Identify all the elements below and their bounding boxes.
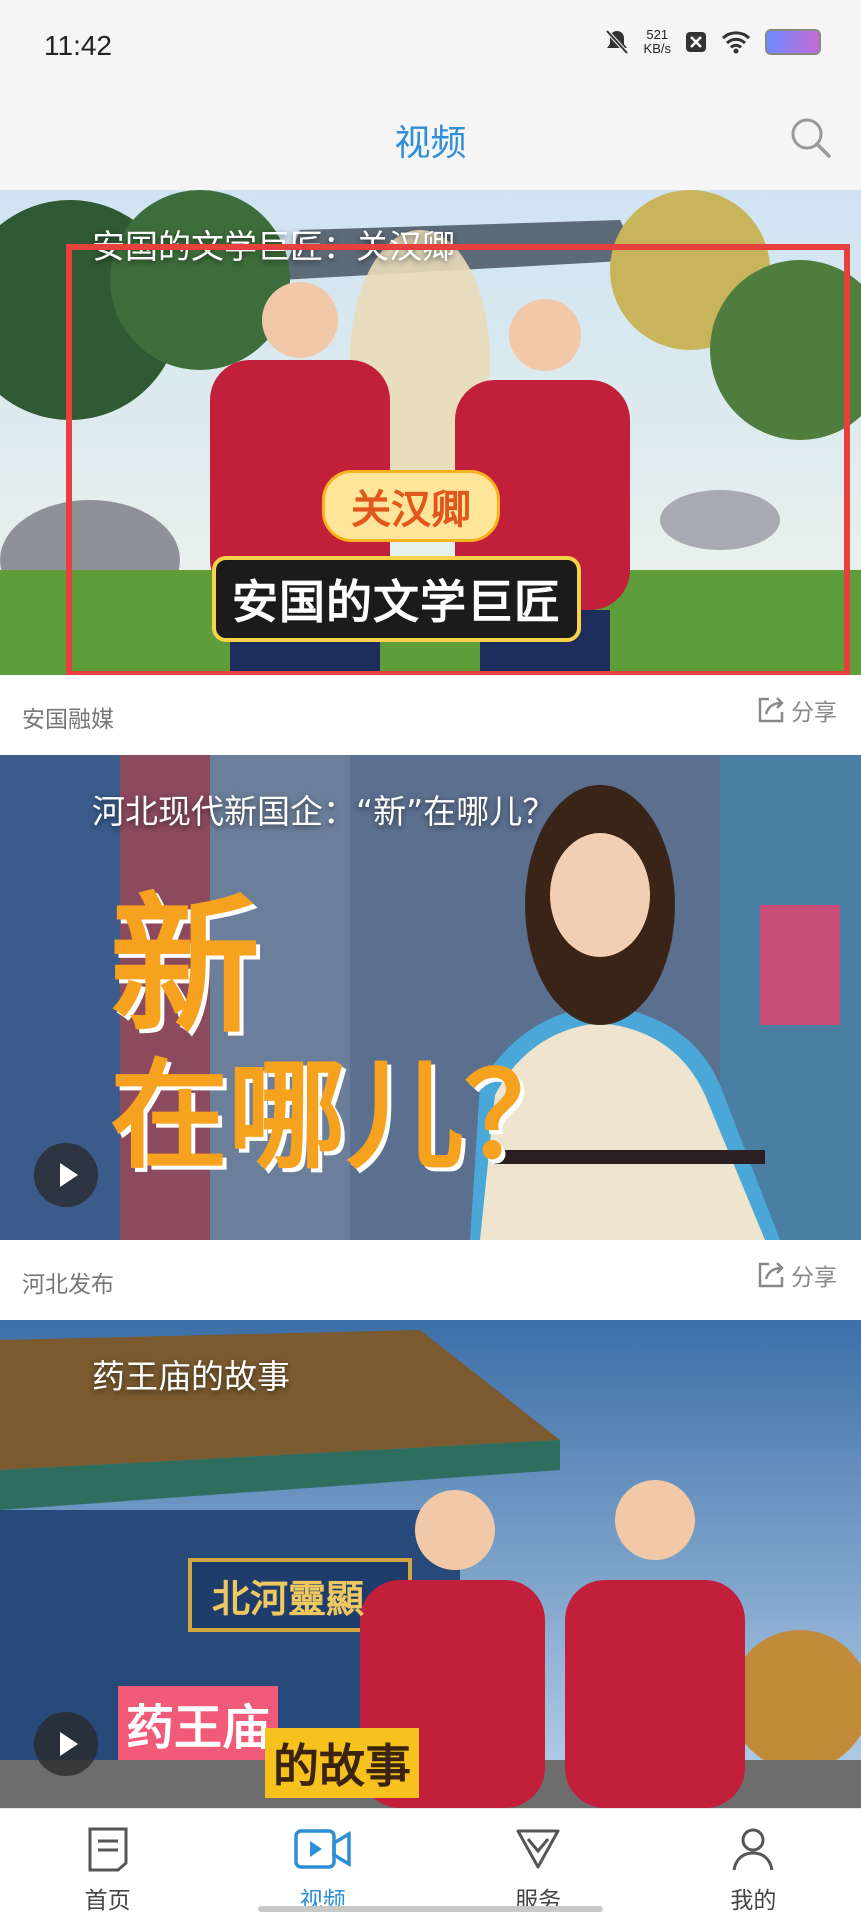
- status-time: 11:42: [44, 30, 112, 61]
- share-button[interactable]: 分享: [755, 1258, 837, 1292]
- wifi-icon: [721, 31, 751, 54]
- video-title: 河北现代新国企：“新”在哪儿？: [92, 792, 556, 831]
- video-thumbnail[interactable]: 北河靈顯 药王庙 的故事 药王庙的故事: [0, 1320, 861, 1808]
- video-thumbnail[interactable]: 新 在哪儿？ 河北现代新国企：“新”在哪儿？: [0, 755, 861, 1240]
- home-indicator[interactable]: [258, 1906, 603, 1912]
- share-button[interactable]: 分享: [755, 693, 837, 727]
- share-label: 分享: [791, 700, 837, 726]
- card-meta: 河北发布 分享: [0, 1240, 861, 1320]
- nav-label: 首页: [84, 1888, 131, 1914]
- net-speed-unit: KB/s: [643, 41, 671, 56]
- net-speed: 521 KB/s: [644, 28, 671, 56]
- nav-label: 我的: [730, 1888, 777, 1914]
- overlay-caption-line1: 药王庙: [118, 1686, 279, 1760]
- play-icon: [60, 1732, 78, 1756]
- search-icon: [791, 118, 831, 158]
- highlight-box: [66, 244, 850, 675]
- nav-item-home[interactable]: 首页: [0, 1809, 215, 1921]
- nav-item-profile[interactable]: 我的: [646, 1809, 861, 1921]
- share-icon: [758, 1262, 784, 1288]
- service-icon: [516, 1829, 560, 1869]
- play-icon: [60, 1163, 78, 1187]
- temple-sign: 北河靈顯: [212, 1576, 365, 1621]
- status-bar: 11:42 521 KB/s: [0, 0, 861, 100]
- share-icon: [758, 697, 784, 723]
- net-speed-value: 521: [646, 27, 669, 42]
- page-title: 视频: [394, 123, 467, 164]
- nav-item-service[interactable]: 服务: [431, 1809, 646, 1921]
- video-source: 河北发布: [22, 1272, 114, 1298]
- app-header: 视频: [0, 100, 861, 190]
- mute-icon: [605, 29, 629, 55]
- share-label: 分享: [791, 1265, 837, 1291]
- overlay-caption-line2: 的故事: [265, 1728, 419, 1798]
- play-button[interactable]: [34, 1712, 98, 1776]
- video-icon: [294, 1829, 351, 1869]
- video-thumbnail[interactable]: 关汉卿 安国的文学巨匠 安国的文学巨匠：关汉卿: [0, 190, 861, 675]
- nav-item-video[interactable]: 视频: [215, 1809, 430, 1921]
- profile-icon: [732, 1828, 774, 1871]
- home-doc-icon: [88, 1827, 128, 1872]
- video-source: 安国融媒: [22, 707, 114, 733]
- play-button[interactable]: [34, 1143, 98, 1207]
- bottom-nav: 首页 视频 服务 我的: [0, 1808, 861, 1921]
- video-title: 药王庙的故事: [92, 1357, 290, 1396]
- card-meta: 安国融媒 分享: [0, 675, 861, 755]
- search-button[interactable]: [787, 114, 835, 162]
- battery-icon: [765, 29, 821, 55]
- status-icons: 521 KB/s: [604, 28, 821, 56]
- overlay-caption-line2: 在哪儿？: [110, 1046, 583, 1185]
- data-off-icon: [686, 32, 706, 52]
